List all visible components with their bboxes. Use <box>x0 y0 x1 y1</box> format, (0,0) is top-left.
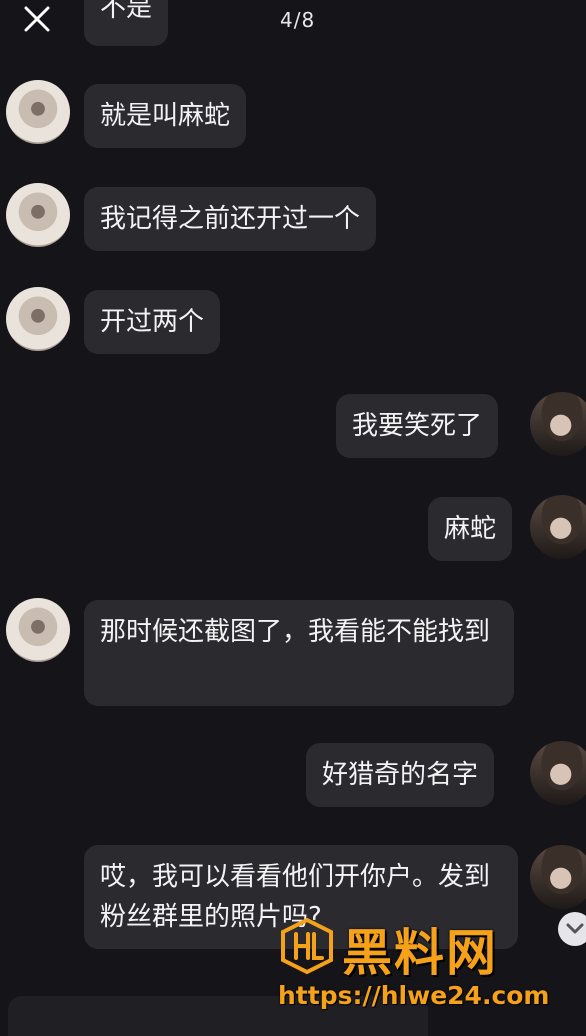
avatar[interactable] <box>530 741 586 805</box>
watermark-title: 黑料网 <box>342 924 498 982</box>
message-text: 我记得之前还开过一个 <box>100 204 361 234</box>
avatar[interactable] <box>6 287 70 351</box>
message-text: 就是叫麻蛇 <box>100 101 231 131</box>
avatar[interactable] <box>6 183 70 247</box>
watermark-url: https://hlwe24.com <box>278 981 550 1010</box>
message-text: 不是 <box>100 0 153 23</box>
message-text: 那时候还截图了，我看能不能找到 <box>100 617 491 647</box>
watermark-logo-icon <box>281 917 333 975</box>
chat-screen: 4/8 不是 就是叫麻蛇 我记得之前还开过一个 开过两个 我要笑死了 麻蛇 那时… <box>0 0 586 1036</box>
avatar[interactable] <box>530 845 586 909</box>
message-text: 麻蛇 <box>444 514 497 544</box>
avatar[interactable] <box>6 80 70 144</box>
watermark: 黑料网 https://hlwe24.com <box>278 917 578 1021</box>
image-counter: 4/8 <box>280 8 316 32</box>
avatar[interactable] <box>530 392 586 456</box>
avatar[interactable] <box>6 598 70 662</box>
message-bubble-own[interactable]: 好猎奇的名字 <box>306 743 495 807</box>
message-text: 我要笑死了 <box>352 411 483 441</box>
message-bubble-own[interactable]: 我要笑死了 <box>336 394 499 458</box>
message-bubble[interactable]: 就是叫麻蛇 <box>84 84 247 148</box>
avatar[interactable] <box>530 495 586 559</box>
message-bubble[interactable]: 那时候还截图了，我看能不能找到 <box>84 600 514 706</box>
message-bubble-own[interactable]: 麻蛇 <box>428 497 513 561</box>
message-bubble[interactable]: 我记得之前还开过一个 <box>84 187 377 251</box>
message-bubble[interactable]: 不是 <box>84 0 169 46</box>
close-icon <box>24 6 50 32</box>
close-button[interactable] <box>16 2 56 38</box>
message-text: 开过两个 <box>100 307 205 337</box>
message-bubble[interactable]: 开过两个 <box>84 290 221 354</box>
message-text: 好猎奇的名字 <box>322 760 479 790</box>
